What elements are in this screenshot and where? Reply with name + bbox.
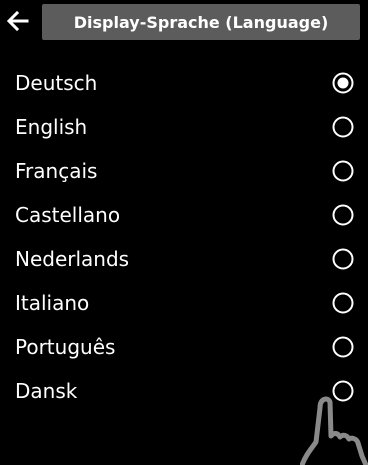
- language-option-italiano[interactable]: Italiano: [0, 281, 368, 325]
- radio-unselected-icon[interactable]: [332, 116, 354, 138]
- language-label: English: [15, 115, 88, 139]
- language-option-francais[interactable]: Français: [0, 149, 368, 193]
- radio-unselected-icon[interactable]: [332, 248, 354, 270]
- radio-unselected-icon[interactable]: [332, 160, 354, 182]
- language-label: Deutsch: [15, 71, 98, 95]
- radio-selected-icon[interactable]: [332, 72, 354, 94]
- language-label: Italiano: [15, 291, 90, 315]
- pointing-finger-icon: [300, 396, 368, 465]
- page-title: Display-Sprache (Language): [73, 12, 329, 32]
- language-label: Français: [15, 159, 98, 183]
- language-label: Dansk: [15, 379, 78, 403]
- radio-unselected-icon[interactable]: [332, 336, 354, 358]
- radio-unselected-icon[interactable]: [332, 204, 354, 226]
- header: Display-Sprache (Language): [0, 0, 368, 46]
- language-option-deutsch[interactable]: Deutsch: [0, 61, 368, 105]
- language-label: Português: [15, 335, 116, 359]
- back-button[interactable]: [0, 4, 36, 38]
- language-label: Nederlands: [15, 247, 130, 271]
- radio-unselected-icon[interactable]: [332, 292, 354, 314]
- language-option-portugues[interactable]: Português: [0, 325, 368, 369]
- language-option-nederlands[interactable]: Nederlands: [0, 237, 368, 281]
- language-list: Deutsch English Français Castellano Nede…: [0, 61, 368, 413]
- arrow-left-icon: [6, 10, 29, 32]
- language-option-castellano[interactable]: Castellano: [0, 193, 368, 237]
- language-option-english[interactable]: English: [0, 105, 368, 149]
- language-label: Castellano: [15, 203, 121, 227]
- title-bar: Display-Sprache (Language): [42, 4, 360, 40]
